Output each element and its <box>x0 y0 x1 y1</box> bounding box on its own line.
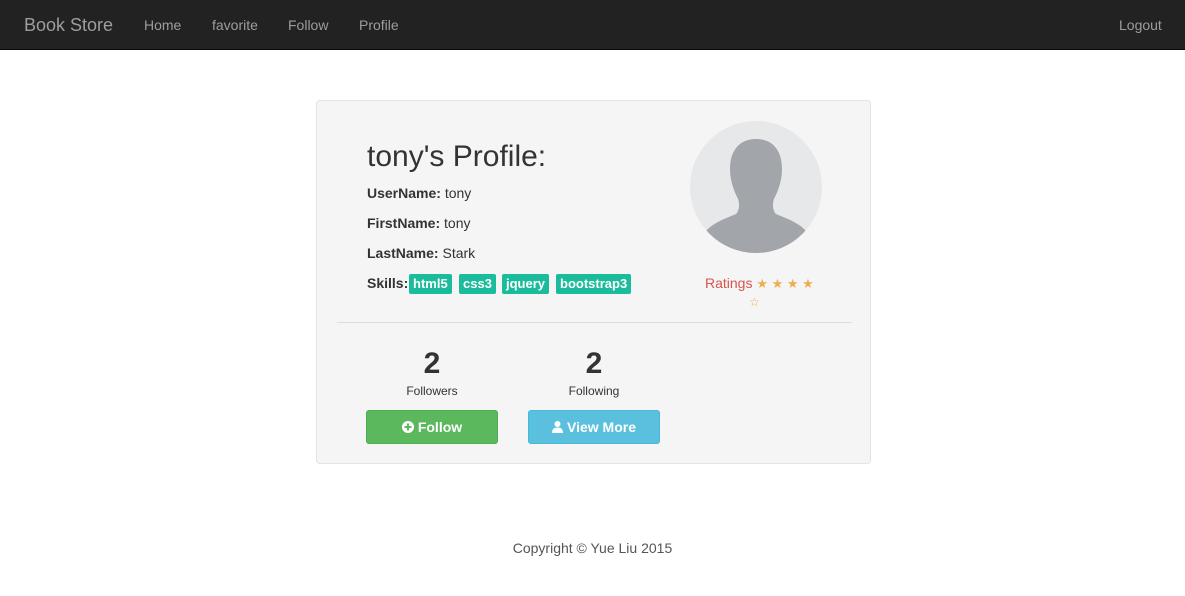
user-icon <box>552 421 563 433</box>
follow-button[interactable]: Follow <box>366 410 498 444</box>
followers-label: Followers <box>406 384 458 398</box>
follow-button-label: Follow <box>417 419 463 435</box>
firstname-value: tony <box>444 215 471 231</box>
brand-link[interactable]: Book Store <box>24 14 113 36</box>
skill-tag: jquery <box>502 274 550 294</box>
username-value: tony <box>444 185 472 201</box>
profile-title: tony's Profile: <box>367 140 547 173</box>
navbar: Book Store Home favorite Follow Profile … <box>0 0 1185 50</box>
following-count: 2 <box>585 347 603 380</box>
view-more-button-label: View More <box>567 419 636 435</box>
footer-copyright: Copyright © Yue Liu 2015 <box>512 540 673 556</box>
lastname-row: LastName: Stark <box>367 243 475 263</box>
following-label: Following <box>568 384 620 398</box>
star-empty-icon: ☆ <box>749 295 760 309</box>
followers-count: 2 <box>423 347 441 380</box>
profile-card: tony's Profile: UserName: tony FirstName… <box>316 100 871 464</box>
nav-link-follow[interactable]: Follow <box>288 16 328 34</box>
username-label: UserName: <box>367 185 441 201</box>
lastname-label: LastName: <box>367 245 439 261</box>
firstname-row: FirstName: tony <box>367 213 471 233</box>
skill-tag: html5 <box>409 274 452 294</box>
plus-circle-icon <box>401 421 414 433</box>
view-more-button[interactable]: View More <box>528 410 660 444</box>
person-silhouette-icon <box>706 139 806 253</box>
firstname-label: FirstName: <box>367 215 441 231</box>
nav-link-home[interactable]: Home <box>144 16 181 34</box>
nav-link-profile[interactable]: Profile <box>359 16 399 34</box>
nav-link-favorite[interactable]: favorite <box>212 16 258 34</box>
skill-tag: css3 <box>459 274 496 294</box>
logout-link[interactable]: Logout <box>1119 16 1162 34</box>
skills-label: Skills: <box>367 275 409 291</box>
ratings: Ratings ★ ★ ★ ★ <box>705 274 814 293</box>
skill-tag: bootstrap3 <box>556 274 632 294</box>
star-filled-icon: ★ ★ ★ ★ <box>756 276 814 291</box>
lastname-value: Stark <box>442 245 476 261</box>
ratings-label: Ratings <box>705 275 753 291</box>
username-row: UserName: tony <box>367 183 471 203</box>
avatar <box>690 121 822 253</box>
divider <box>337 322 852 323</box>
